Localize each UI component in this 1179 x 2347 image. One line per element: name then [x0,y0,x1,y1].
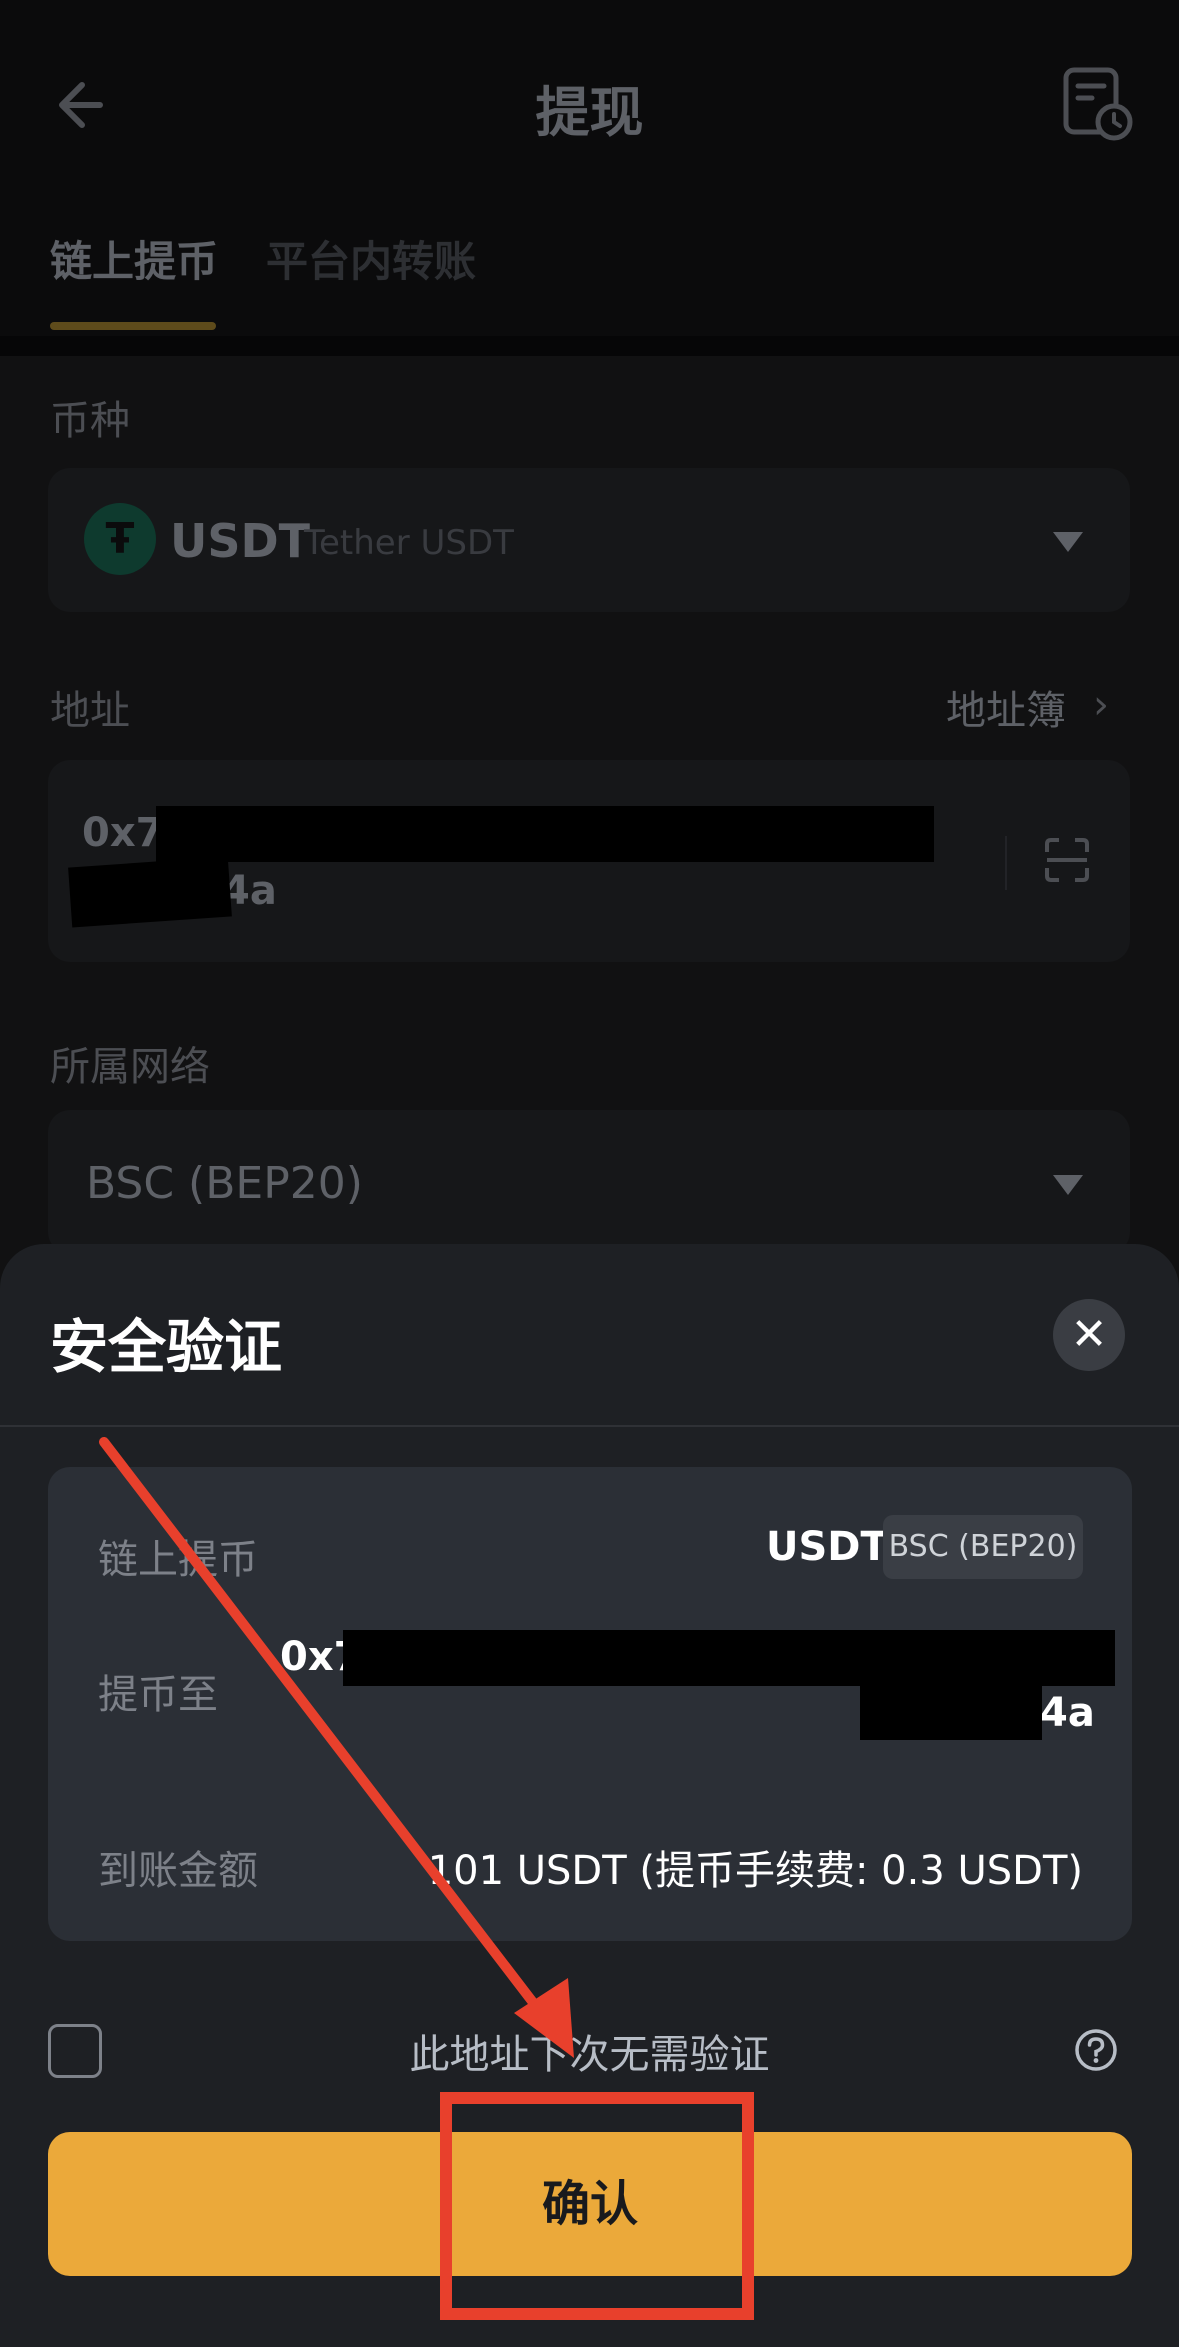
annotation-highlight-box [440,2092,754,2320]
annotation-arrow [99,1437,553,2027]
annotation-overlay [99,1437,754,2320]
